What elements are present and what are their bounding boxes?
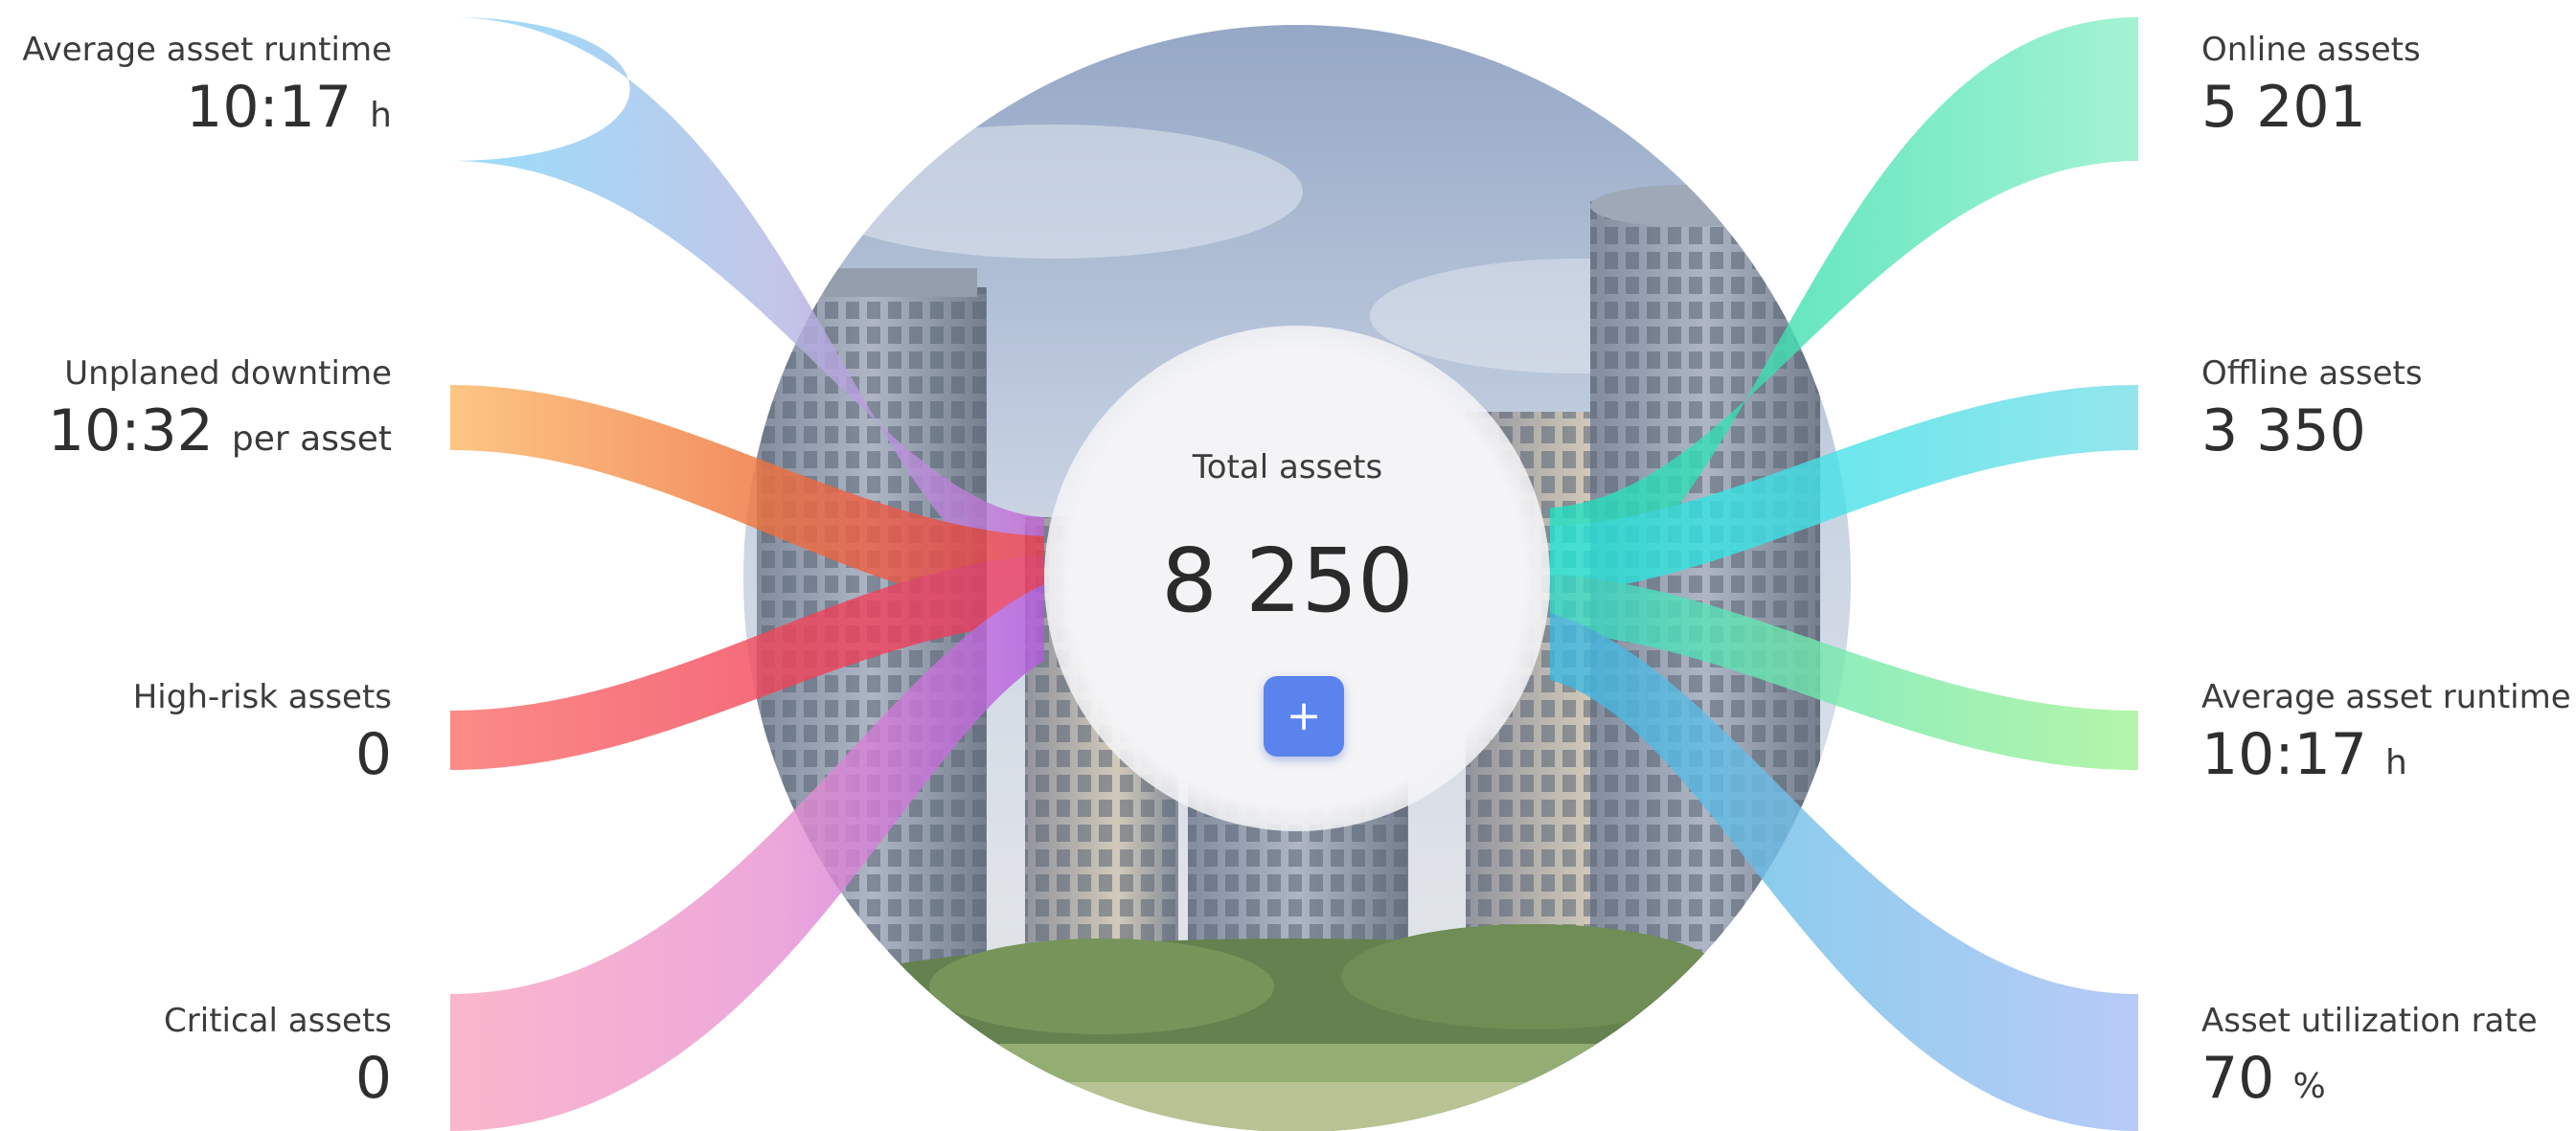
plus-icon: + [1286, 691, 1322, 740]
metric-online-assets: Online assets 5 201 [2201, 29, 2576, 152]
metric-utilization-rate: Asset utilization rate 70 % [2201, 1000, 2576, 1123]
metric-label: High-risk assets [132, 678, 392, 716]
metric-label: Average asset runtime [22, 31, 392, 69]
metric-value: 3 350 [2201, 397, 2366, 464]
metric-unit: % [2292, 1067, 2326, 1106]
metric-label: Offline assets [2201, 354, 2423, 393]
add-button[interactable]: + [1264, 676, 1344, 757]
metric-label: Asset utilization rate [2201, 1002, 2538, 1040]
metric-unit: h [370, 96, 392, 135]
metric-critical-assets: Critical assets 0 [0, 1000, 392, 1123]
metric-value: 10:17 h [2201, 721, 2407, 788]
metric-value: 10:32 per asset [47, 397, 392, 464]
metric-label: Critical assets [164, 1002, 392, 1040]
metric-value: 0 [354, 1045, 392, 1112]
metric-unplaned-downtime: Unplaned downtime 10:32 per asset [0, 352, 392, 476]
metric-value: 70 % [2201, 1045, 2326, 1112]
metric-value: 10:17 h [186, 74, 392, 141]
metric-unit: per asset [231, 419, 392, 459]
metric-average-runtime-right: Average asset runtime 10:17 h [2201, 676, 2576, 800]
total-assets-value: 8 250 [1161, 530, 1414, 632]
metric-unit: h [2385, 743, 2407, 782]
total-assets-label: Total assets [1192, 448, 1383, 486]
metric-label: Average asset runtime [2201, 678, 2571, 716]
metric-label: Online assets [2201, 31, 2421, 69]
metric-value: 5 201 [2201, 74, 2366, 141]
metric-high-risk-assets: High-risk assets 0 [0, 676, 392, 800]
metric-average-runtime-left: Average asset runtime 10:17 h [0, 29, 392, 152]
metric-value: 0 [354, 721, 392, 788]
metric-offline-assets: Offline assets 3 350 [2201, 352, 2576, 476]
metric-label: Unplaned downtime [64, 354, 392, 393]
